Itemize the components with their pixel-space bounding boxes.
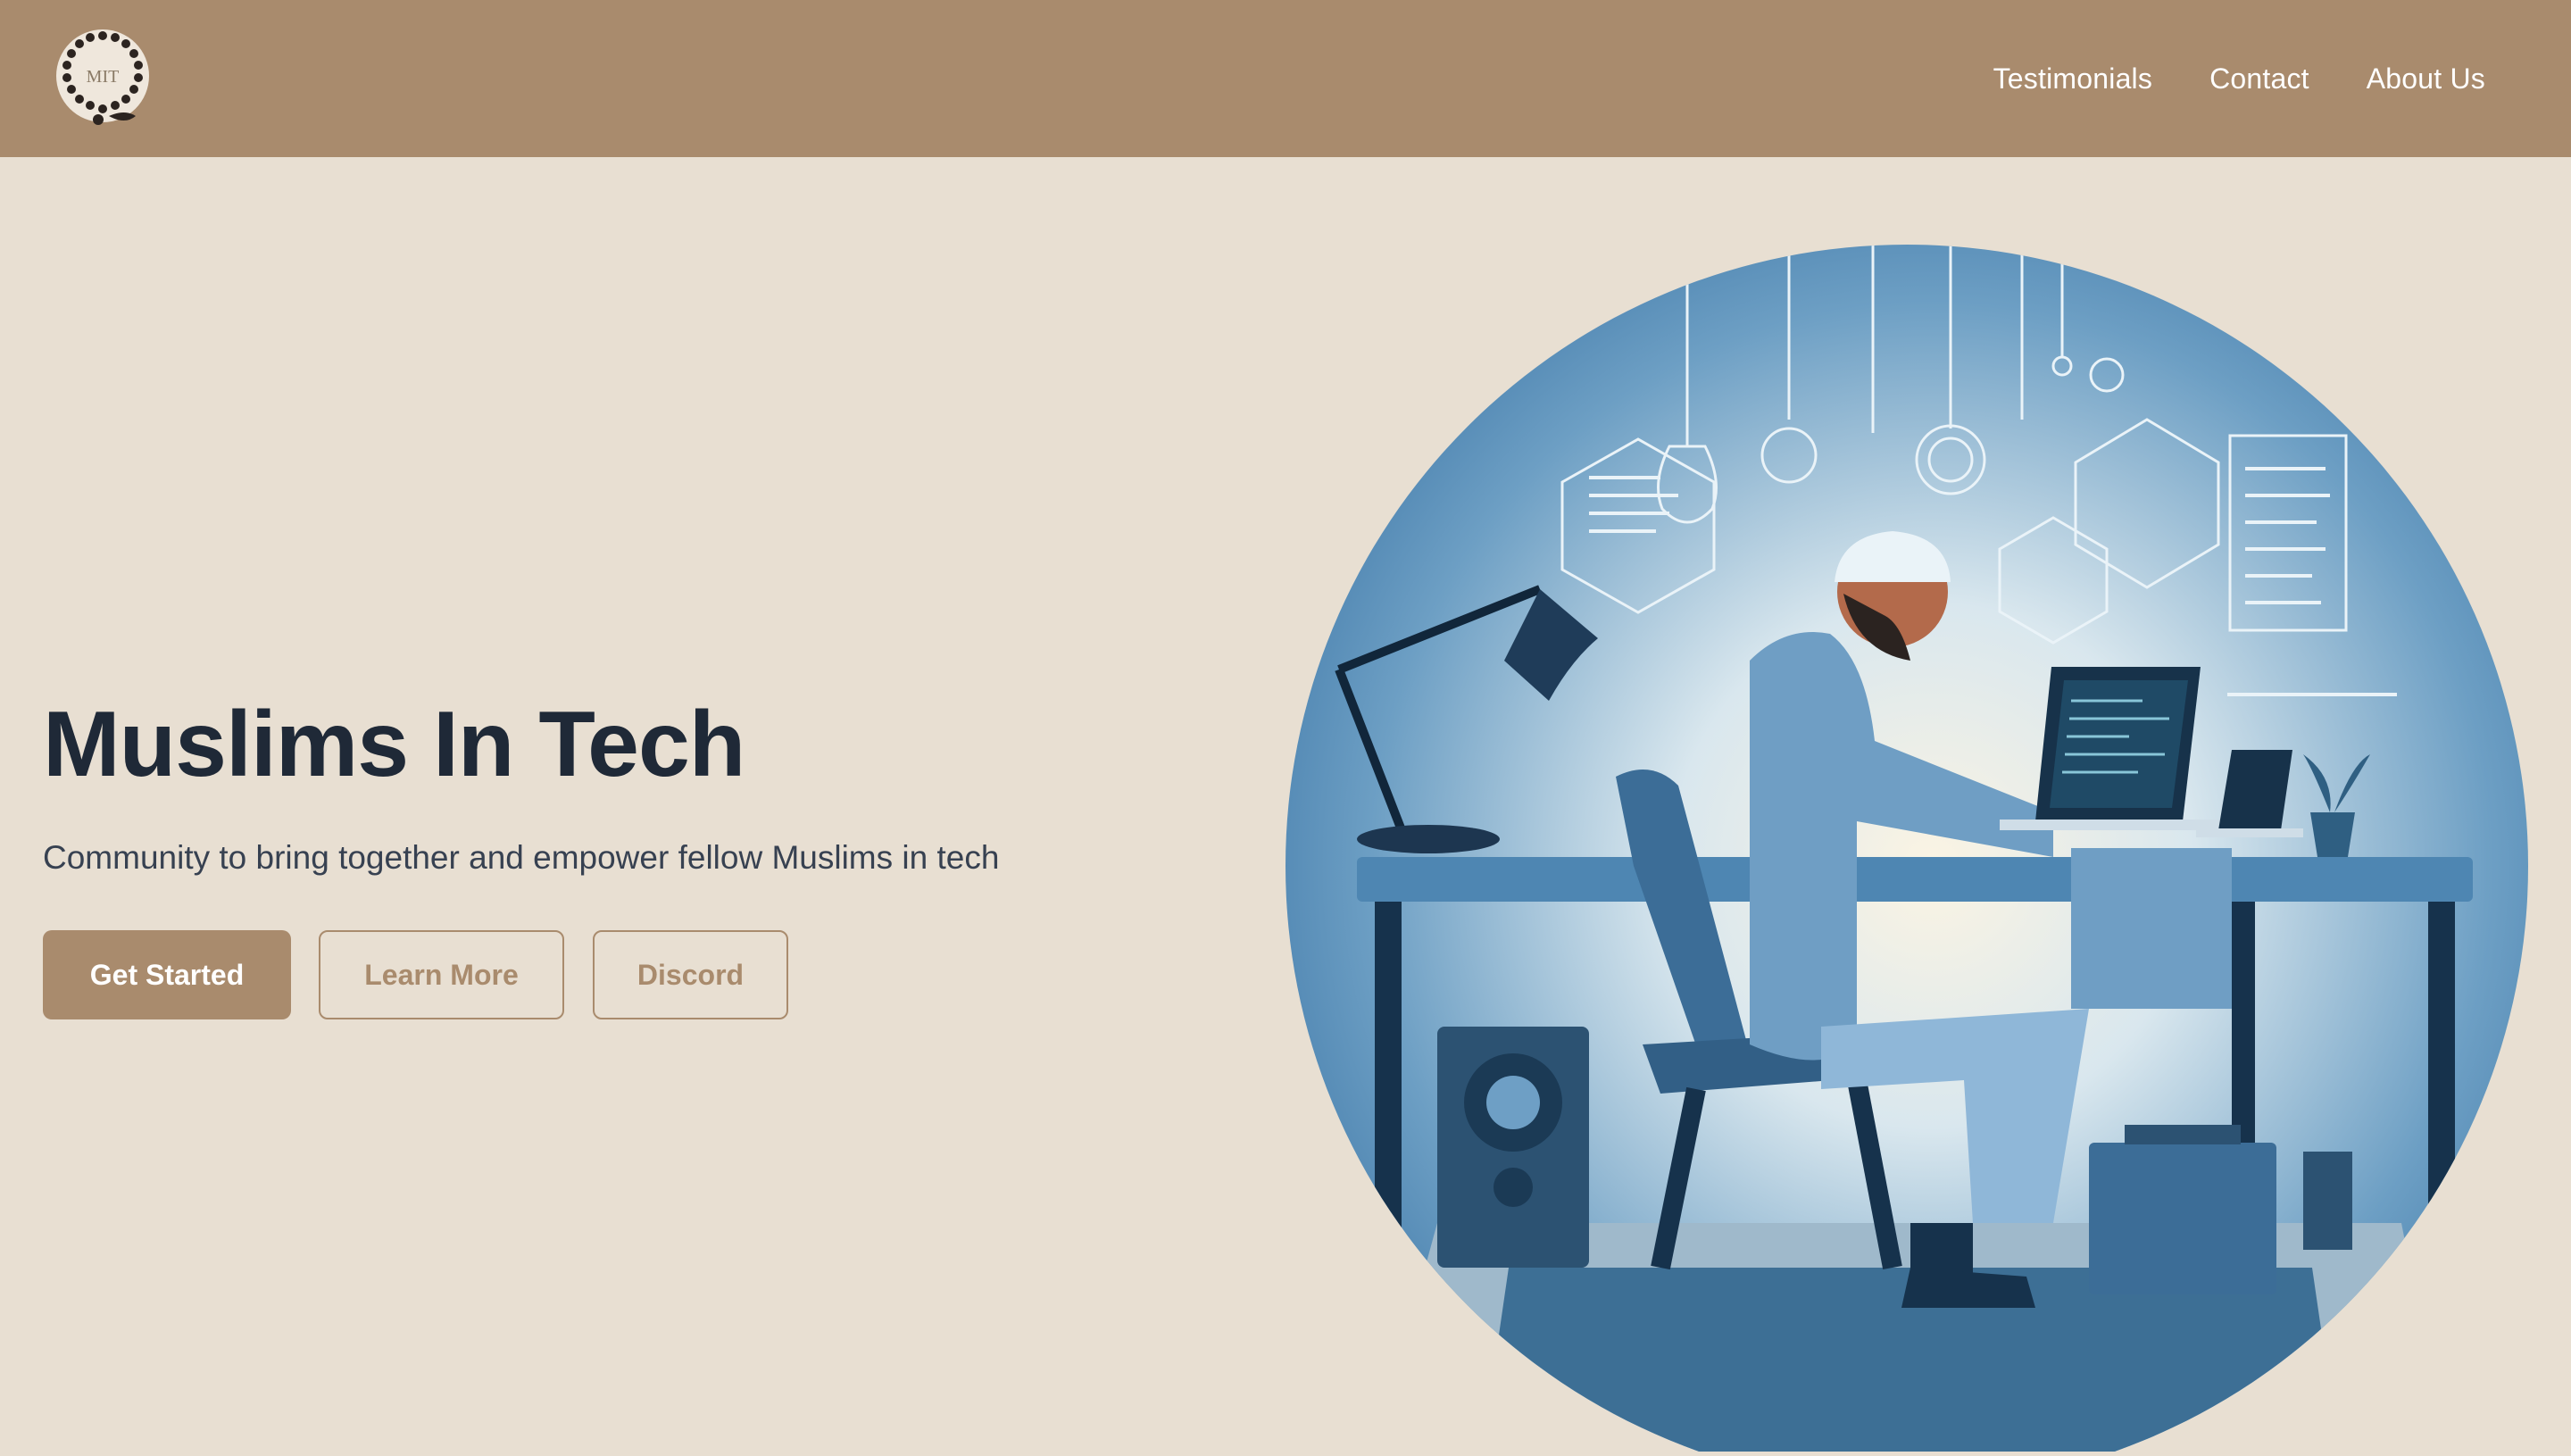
nav-testimonials-link[interactable]: Testimonials xyxy=(1993,62,2152,96)
navbar: MIT Testimonials Contact About Us xyxy=(0,0,2571,157)
nav-contact-link[interactable]: Contact xyxy=(2209,62,2309,96)
get-started-button[interactable]: Get Started xyxy=(43,930,291,1019)
learn-more-button[interactable]: Learn More xyxy=(319,930,564,1019)
hero-subtitle: Community to bring together and empower … xyxy=(43,839,1000,876)
main-nav: Testimonials Contact About Us xyxy=(1993,0,2485,157)
developer-at-desk-illustration xyxy=(1286,245,2528,1456)
logo-text: MIT xyxy=(87,67,120,87)
discord-button[interactable]: Discord xyxy=(593,930,788,1019)
prayer-beads-icon: MIT xyxy=(56,29,149,125)
logo[interactable]: MIT xyxy=(54,27,152,129)
hero-title: Muslims In Tech xyxy=(43,693,745,796)
hero-illustration xyxy=(1286,241,2528,1456)
nav-about-us-link[interactable]: About Us xyxy=(2367,62,2485,96)
